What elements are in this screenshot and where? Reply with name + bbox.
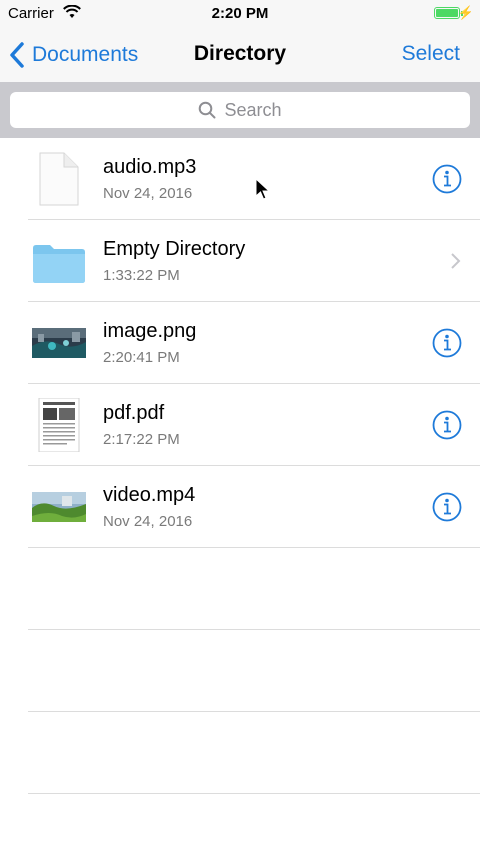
mouse-cursor-icon [255,178,271,200]
file-meta: 2:20:41 PM [103,349,180,366]
file-meta: 1:33:22 PM [103,267,180,284]
search-placeholder: Search [224,99,282,120]
info-icon[interactable] [432,328,462,358]
file-name: audio.mp3 [103,156,197,178]
navigation-bar: Documents Directory Select [0,28,480,82]
pdf-thumbnail [38,398,80,452]
empty-row [0,712,480,794]
image-thumbnail [32,328,86,358]
file-name: pdf.pdf [103,402,165,424]
file-row-image[interactable]: image.png 2:20:41 PM [0,302,480,384]
file-name: image.png [103,320,197,342]
info-icon[interactable] [432,410,462,440]
file-row-video[interactable]: video.mp4 Nov 24, 2016 [0,466,480,548]
status-time: 2:20 PM [211,5,269,22]
file-meta: 2:17:22 PM [103,431,180,448]
document-icon [39,152,79,206]
file-row-audio[interactable]: audio.mp3 Nov 24, 2016 [0,138,480,220]
select-button[interactable]: Select [402,42,460,66]
file-meta: Nov 24, 2016 [103,513,193,530]
info-icon[interactable] [432,164,462,194]
file-row-pdf[interactable]: pdf.pdf 2:17:22 PM [0,384,480,466]
folder-icon [33,245,85,283]
empty-row [0,630,480,712]
charging-bolt-icon: ⚡ [457,5,474,20]
file-list: audio.mp3 Nov 24, 2016 Empty Directory 1… [0,138,480,794]
file-row-empty-directory[interactable]: Empty Directory 1:33:22 PM [0,220,480,302]
empty-row [0,548,480,630]
battery-icon [434,7,460,19]
search-bar: Search [0,82,480,138]
file-name: video.mp4 [103,484,196,506]
search-icon [199,101,216,119]
file-meta: Nov 24, 2016 [103,185,193,202]
search-input[interactable]: Search [10,92,470,128]
status-bar: Carrier 2:20 PM ⚡ [0,0,480,28]
video-thumbnail [32,492,86,522]
info-icon[interactable] [432,492,462,522]
file-name: Empty Directory [103,238,246,260]
chevron-right-icon [451,253,461,269]
